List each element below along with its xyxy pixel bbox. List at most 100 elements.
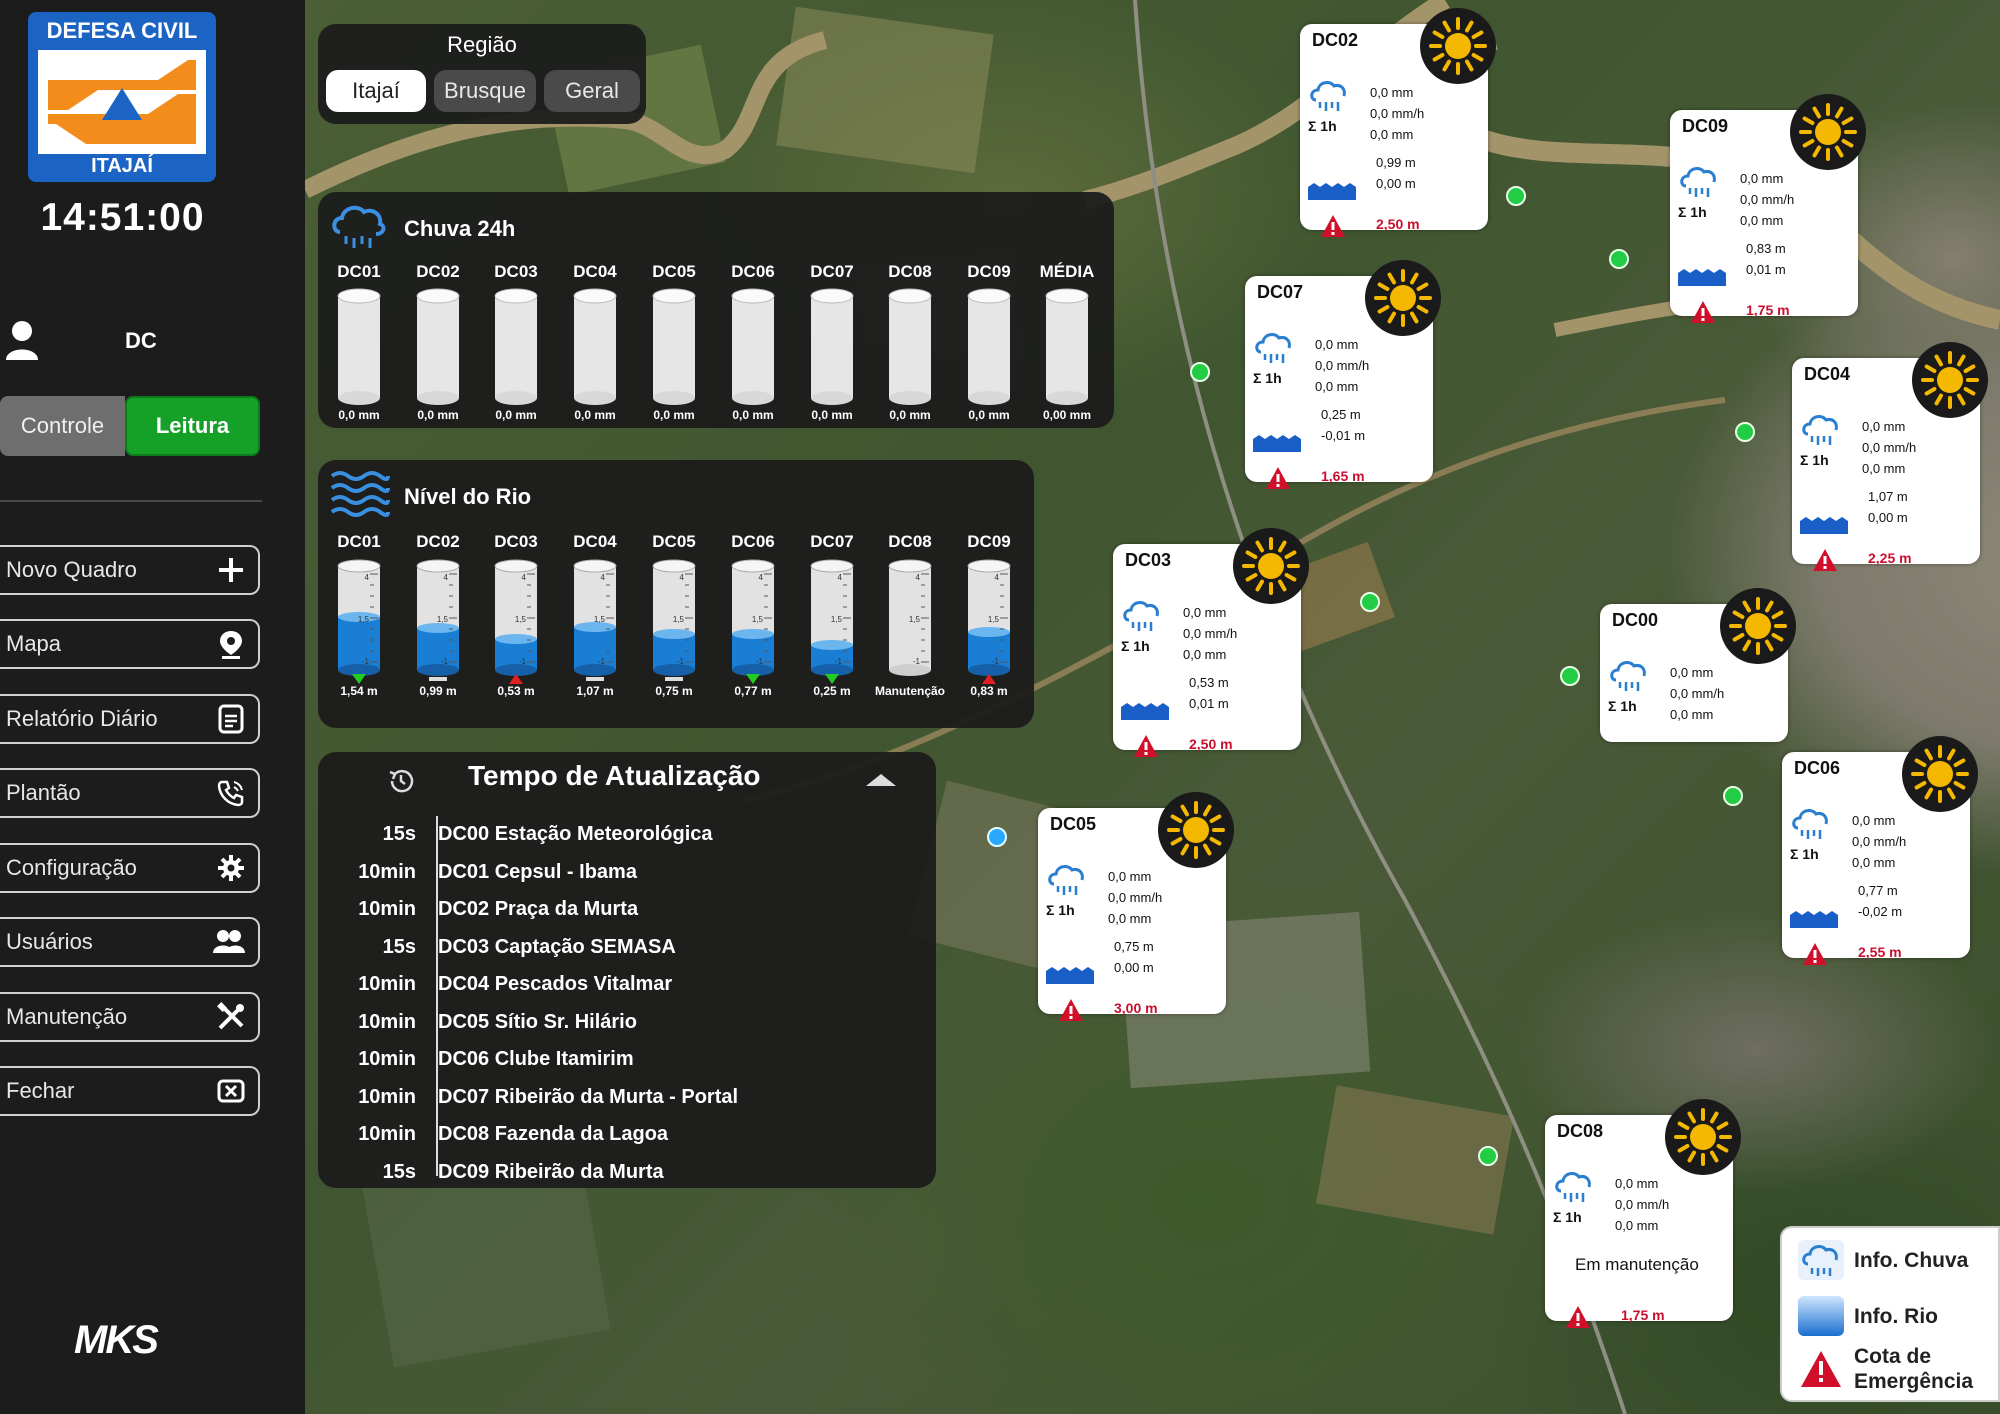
station-name: DC04 Pescados Vitalmar [438, 973, 673, 995]
station-marker[interactable] [987, 827, 1007, 847]
station-card-dc02[interactable]: DC02 Σ 1h 0,0 mm 0,0 mm/h 0,0 mm 0,99 m 0,00 m… [1300, 8, 1496, 237]
station-card-dc06[interactable]: DC06 Σ 1h 0,0 mm 0,0 mm/h 0,0 mm 0,77 m -0,02 … [1782, 736, 1978, 965]
daily-report-button[interactable]: Relatório Diário [0, 694, 260, 744]
station-card-dc00[interactable]: DC00 Σ 1h 0,0 mm 0,0 mm/h 0,0 mm [1600, 588, 1796, 742]
rain-cylinder [810, 288, 854, 405]
rain-24h-column: DC05 0,0 mm [639, 262, 709, 422]
menu-label: Usuários [6, 929, 93, 954]
rain-1h: 0,0 mm [1852, 855, 1896, 870]
river-level-value: 0,75 m [655, 684, 693, 698]
collapse-chevron-icon[interactable] [864, 770, 898, 790]
rain-accum: 0,0 mm [1108, 869, 1152, 884]
rain-cylinder [337, 288, 381, 405]
station-marker[interactable] [1360, 592, 1380, 612]
rain-rate: 0,0 mm/h [1370, 106, 1425, 121]
station-marker[interactable] [1506, 186, 1526, 206]
new-board-button[interactable]: Novo Quadro [0, 545, 260, 595]
sum-1h-label: Σ 1h [1790, 846, 1819, 862]
gauge-tick-label: -1 [519, 657, 527, 666]
station-name: DC00 Estação Meteorológica [438, 823, 713, 845]
on-duty-button[interactable]: Plantão [0, 768, 260, 818]
emergency-level: 1,75 m [1621, 1307, 1665, 1323]
update-time-row: 15s DC00 Estação Meteorológica [318, 816, 713, 853]
station-id: DC06 [1794, 758, 1841, 778]
rain-accum: 0,0 mm [1315, 337, 1359, 352]
water-waves-icon [330, 471, 390, 517]
rain-cylinder [967, 288, 1011, 405]
rain-accum: 0,0 mm [1862, 419, 1906, 434]
region-brusque-button[interactable]: Brusque [434, 70, 536, 112]
map-button[interactable]: Mapa [0, 619, 260, 669]
station-id: DC08 [1557, 1121, 1604, 1141]
gauge-tick-label: 4 [916, 573, 921, 582]
mode-toggle[interactable]: Controle Leitura [0, 396, 260, 456]
station-card-dc09[interactable]: DC09 Σ 1h 0,0 mm 0,0 mm/h 0,0 mm 0,83 m 0,01 m… [1670, 94, 1866, 323]
update-time-row: 10min DC06 Clube Itamirim [318, 1041, 633, 1078]
station-card-dc08[interactable]: DC08 Σ 1h 0,0 mm 0,0 mm/h 0,0 mm Em manutençã… [1545, 1099, 1741, 1328]
station-card-dc04[interactable]: DC04 Σ 1h 0,0 mm 0,0 mm/h 0,0 mm 1,07 m 0,00 m… [1792, 342, 1988, 571]
sum-1h-label: Σ 1h [1608, 698, 1637, 714]
rain-station-label: DC09 [967, 262, 1011, 281]
rain-24h-value: 0,0 mm [417, 408, 459, 422]
rain-24h-value: 0,0 mm [338, 408, 380, 422]
rain-station-label: DC02 [416, 262, 460, 281]
maintenance-button[interactable]: Manutenção [0, 992, 260, 1042]
rain-accum: 0,0 mm [1370, 85, 1414, 100]
update-time-title: Tempo de Atualização [468, 760, 761, 791]
report-icon [218, 704, 244, 734]
read-mode-button[interactable]: Leitura [125, 396, 260, 456]
rain-24h-column: DC02 0,0 mm [403, 262, 473, 422]
rain-24h-value: 0,0 mm [889, 408, 931, 422]
menu-label: Mapa [6, 631, 62, 656]
station-card-dc07[interactable]: DC07 Σ 1h 0,0 mm 0,0 mm/h 0,0 mm 0,25 m -0,01 … [1245, 260, 1441, 489]
close-button[interactable]: Fechar [0, 1066, 260, 1116]
rain-24h-panel: Chuva 24h DC01 0,0 mm DC02 0,0 mm DC03 0,0 mm… [318, 192, 1114, 428]
river-gauge: 4 1,5 -1 [810, 559, 854, 684]
station-marker[interactable] [1190, 362, 1210, 382]
station-name: DC07 Ribeirão da Murta - Portal [438, 1085, 739, 1108]
region-itajai-button[interactable]: Itajaí [326, 70, 426, 112]
station-marker[interactable] [1478, 1146, 1498, 1166]
level-values: 0,75 m 0,00 m [1114, 936, 1154, 978]
phone-icon [217, 780, 244, 807]
emergency-level: 3,00 m [1114, 1000, 1158, 1016]
station-name: DC09 Ribeirão da Murta [438, 1160, 664, 1183]
station-name: DC03 Captação SEMASA [438, 935, 676, 958]
station-id: DC00 [1612, 610, 1659, 630]
rain-station-label: DC04 [573, 262, 617, 281]
rain-values: 0,0 mm 0,0 mm/h 0,0 mm [1108, 866, 1162, 929]
river-level-value: 1,07 m [576, 684, 614, 698]
station-name: DC08 Fazenda da Lagoa [438, 1123, 669, 1145]
river-gauge: 4 1,5 -1 [731, 559, 775, 684]
river-level-title: Nível do Rio [404, 484, 532, 509]
sun-icon [1418, 6, 1498, 86]
logo-emblem [38, 50, 206, 154]
station-marker[interactable] [1723, 786, 1743, 806]
region-geral-button[interactable]: Geral [544, 70, 640, 112]
rain-rate: 0,0 mm/h [1862, 440, 1917, 455]
emergency-level-icon [1798, 1347, 1844, 1391]
station-name: DC05 Sítio Sr. Hilário [438, 1010, 637, 1033]
settings-button[interactable]: Configuração [0, 843, 260, 893]
rain-cloud-icon [1046, 862, 1090, 898]
rain-24h-column: MÉDIA 0,00 mm [1032, 262, 1102, 422]
station-marker[interactable] [1609, 249, 1629, 269]
warning-icon [1265, 466, 1291, 490]
rain-24h-column: DC01 0,0 mm [324, 262, 394, 422]
warning-icon [1133, 734, 1159, 758]
users-button[interactable]: Usuários [0, 917, 260, 967]
river-level-column: DC05 4 1,5 -1 0,75 m [639, 532, 709, 698]
river-station-label: DC03 [494, 532, 538, 551]
update-time-row: 10min DC04 Pescados Vitalmar [318, 966, 672, 1003]
station-marker[interactable] [1560, 666, 1580, 686]
region-title: Região [447, 32, 517, 57]
control-mode-button[interactable]: Controle [0, 396, 125, 456]
gauge-tick-label: 1,5 [752, 615, 764, 624]
station-card-dc03[interactable]: DC03 Σ 1h 0,0 mm 0,0 mm/h 0,0 mm 0,53 m 0,01 m… [1113, 528, 1309, 757]
rain-accum: 0,0 mm [1670, 665, 1714, 680]
station-marker[interactable] [1735, 422, 1755, 442]
rain-24h-value: 0,0 mm [574, 408, 616, 422]
sun-icon [1718, 586, 1798, 666]
station-card-dc05[interactable]: DC05 Σ 1h 0,0 mm 0,0 mm/h 0,0 mm 0,75 m 0,00 m… [1038, 792, 1234, 1021]
river-gauge: 4 1,5 -1 [888, 559, 932, 676]
